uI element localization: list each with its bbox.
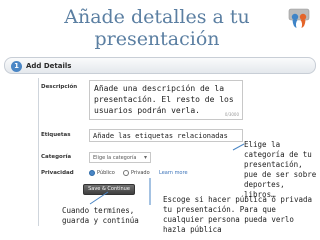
category-select[interactable]: Elige la categoría ▾ xyxy=(89,152,151,163)
step-label: Add Details xyxy=(26,62,72,70)
privacy-callout: Escoge si hacer pública o privada tu pre… xyxy=(163,195,313,234)
character-counter: 0/3000 xyxy=(224,112,239,117)
description-value: Añade una descripción de la presentación… xyxy=(94,84,234,115)
slideshare-logo-icon xyxy=(288,8,310,28)
privacy-option-label: Privado xyxy=(131,170,150,176)
chevron-down-icon: ▾ xyxy=(143,154,147,161)
tags-input[interactable]: Añade las etiquetas relacionadas xyxy=(89,129,243,142)
page-title: Añade detalles a tu presentación xyxy=(64,6,250,50)
step-number-badge: 1 xyxy=(11,61,22,72)
privacy-option-private[interactable]: Privado xyxy=(123,168,150,179)
tags-label: Etiquetas xyxy=(41,132,71,138)
radio-unselected-icon xyxy=(123,169,129,176)
category-selected-value: Elige la categoría xyxy=(93,155,137,161)
category-callout: Elige la categoría de tu presentación, p… xyxy=(244,140,317,199)
learn-more-link[interactable]: Learn more xyxy=(159,168,188,179)
category-label: Categoría xyxy=(41,154,72,160)
description-label: Descripción xyxy=(41,84,78,90)
privacy-option-public[interactable]: Público xyxy=(89,168,115,179)
privacy-label: Privacidad xyxy=(41,170,74,176)
radio-selected-icon xyxy=(89,169,95,176)
tags-value: Añade las etiquetas relacionadas xyxy=(93,132,228,140)
description-textarea[interactable]: Añade una descripción de la presentación… xyxy=(89,80,243,120)
step-progress-bar: 1 Add Details xyxy=(4,57,316,74)
save-continue-button[interactable]: Save & Continue xyxy=(83,184,135,195)
privacy-option-label: Público xyxy=(97,170,115,176)
save-callout: Cuando termines, guarda y continúa xyxy=(62,206,139,225)
